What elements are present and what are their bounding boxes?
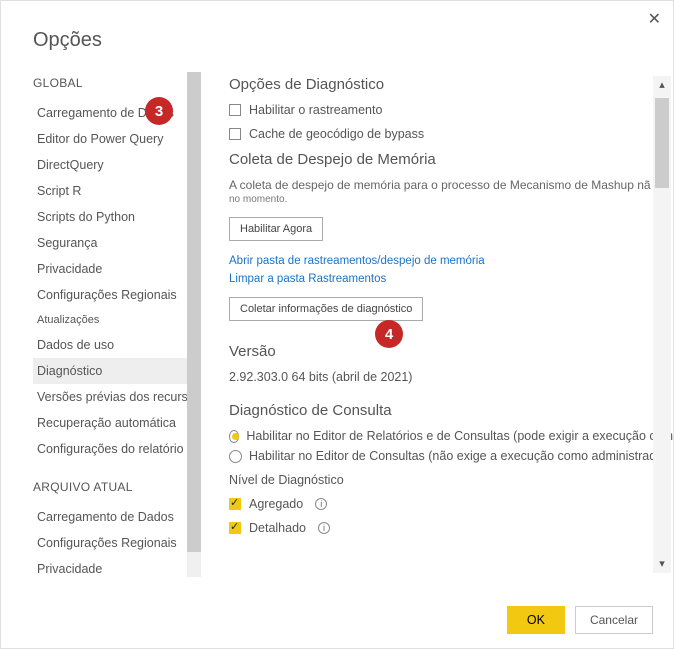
collect-diag-button[interactable]: Coletar informações de diagnóstico <box>229 297 423 321</box>
radio-report-and-query[interactable]: Habilitar no Editor de Relatórios e de C… <box>229 429 673 443</box>
aggregated-label: Agregado <box>249 497 303 511</box>
enable-tracing-row[interactable]: Habilitar o rastreamento <box>229 103 673 117</box>
detailed-label: Detalhado <box>249 521 306 535</box>
sidebar-item-autorecover[interactable]: Recuperação automática <box>33 410 201 436</box>
sidebar-item-r-script[interactable]: Script R <box>33 178 201 204</box>
enable-now-button[interactable]: Habilitar Agora <box>229 217 323 241</box>
annotation-4: 4 <box>375 320 403 348</box>
query-diag-heading: Diagnóstico de Consulta <box>229 402 673 419</box>
sidebar-item-data-load[interactable]: Carregamento de Dados <box>33 100 201 126</box>
info-icon[interactable]: i <box>318 522 330 534</box>
cancel-button[interactable]: Cancelar <box>575 606 653 634</box>
dump-description: A coleta de despejo de memória para o pr… <box>229 178 673 192</box>
sidebar-item-usage[interactable]: Dados de uso <box>33 332 201 358</box>
enable-tracing-label: Habilitar o rastreamento <box>249 103 382 117</box>
group-header-current: ARQUIVO ATUAL <box>33 476 201 504</box>
bypass-geo-row[interactable]: Cache de geocódigo de bypass <box>229 127 673 141</box>
sidebar-item-directquery[interactable]: DirectQuery <box>33 152 201 178</box>
dump-description-2: no momento. <box>229 194 673 205</box>
sidebar-item-updates[interactable]: Atualizações <box>33 308 201 332</box>
sidebar: GLOBAL Carregamento de Dados Editor do P… <box>33 72 201 577</box>
dialog-title: Opções <box>1 1 673 52</box>
diag-options-heading: Opções de Diagnóstico <box>229 76 673 93</box>
dialog-footer: OK Cancelar <box>507 606 653 634</box>
radio-icon[interactable] <box>229 450 242 463</box>
content-area: GLOBAL Carregamento de Dados Editor do P… <box>1 72 673 577</box>
bypass-geo-label: Cache de geocódigo de bypass <box>249 127 424 141</box>
checkbox-icon[interactable] <box>229 498 241 510</box>
scroll-down-icon[interactable]: ▾ <box>653 555 671 573</box>
sidebar-item-cf-privacy[interactable]: Privacidade <box>33 556 201 577</box>
sidebar-item-privacy[interactable]: Privacidade <box>33 256 201 282</box>
version-value: 2.92.303.0 64 bits (abril de 2021) <box>229 370 673 384</box>
diag-level-heading: Nível de Diagnóstico <box>229 473 673 487</box>
sidebar-item-security[interactable]: Segurança <box>33 230 201 256</box>
open-traces-folder-link[interactable]: Abrir pasta de rastreamentos/despejo de … <box>229 255 673 267</box>
sidebar-item-pq-editor[interactable]: Editor do Power Query <box>33 126 201 152</box>
sidebar-item-diagnostics[interactable]: Diagnóstico <box>33 358 201 384</box>
annotation-3: 3 <box>145 97 173 125</box>
main-scrollbar[interactable]: ▴ ▾ <box>653 76 671 573</box>
info-icon[interactable]: i <box>315 498 327 510</box>
group-header-global: GLOBAL <box>33 72 201 100</box>
sidebar-scroll-thumb[interactable] <box>187 72 201 552</box>
ok-button[interactable]: OK <box>507 606 565 634</box>
close-icon[interactable]: ✕ <box>648 9 661 29</box>
detailed-row[interactable]: Detalhado i <box>229 521 673 535</box>
sidebar-item-python[interactable]: Scripts do Python <box>33 204 201 230</box>
clear-traces-link[interactable]: Limpar a pasta Rastreamentos <box>229 273 673 285</box>
sidebar-item-preview[interactable]: Versões prévias dos recursos <box>33 384 201 410</box>
sidebar-item-regional[interactable]: Configurações Regionais <box>33 282 201 308</box>
sidebar-item-cf-regional[interactable]: Configurações Regionais <box>33 530 201 556</box>
sidebar-scrollbar[interactable] <box>187 72 201 577</box>
dump-heading: Coleta de Despejo de Memória <box>229 151 673 168</box>
radio-query-only[interactable]: Habilitar no Editor de Consultas (não ex… <box>229 449 673 463</box>
checkbox-icon[interactable] <box>229 128 241 140</box>
radio1-label: Habilitar no Editor de Relatórios e de C… <box>246 429 673 443</box>
sidebar-item-report[interactable]: Configurações do relatório <box>33 436 201 462</box>
sidebar-item-cf-data-load[interactable]: Carregamento de Dados <box>33 504 201 530</box>
checkbox-icon[interactable] <box>229 522 241 534</box>
aggregated-row[interactable]: Agregado i <box>229 497 673 511</box>
scroll-up-icon[interactable]: ▴ <box>653 76 671 94</box>
radio-icon[interactable] <box>229 430 239 443</box>
version-heading: Versão <box>229 343 673 360</box>
checkbox-icon[interactable] <box>229 104 241 116</box>
main-panel: Opções de Diagnóstico Habilitar o rastre… <box>201 72 673 577</box>
main-scroll-thumb[interactable] <box>655 98 669 188</box>
radio2-label: Habilitar no Editor de Consultas (não ex… <box>249 449 671 463</box>
